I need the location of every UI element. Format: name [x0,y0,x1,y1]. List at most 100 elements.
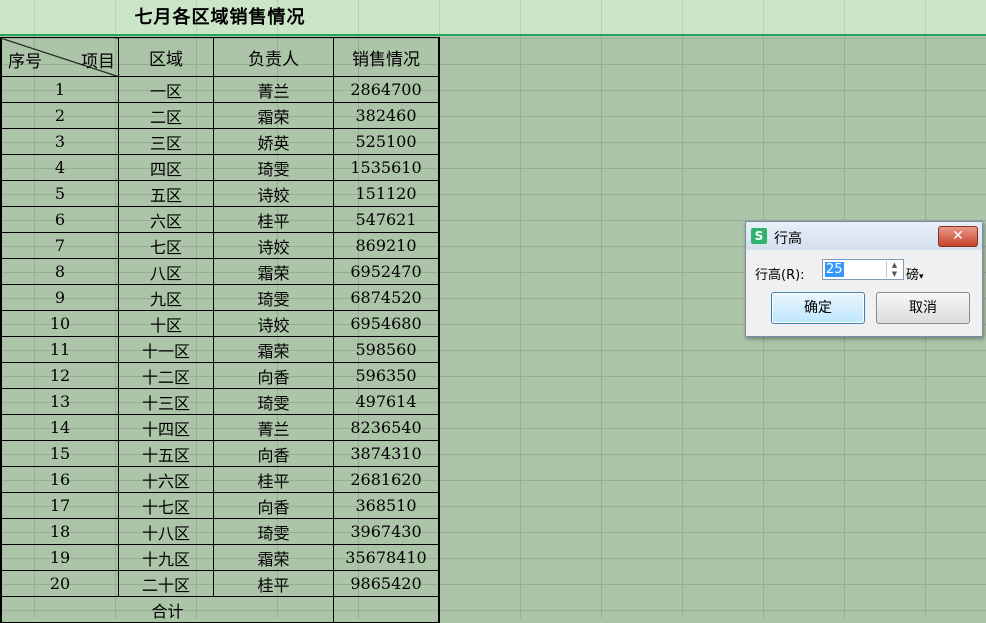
row-number-cell[interactable]: 4 [1,155,119,181]
region-cell[interactable]: 四区 [119,155,214,181]
sales-cell[interactable]: 9865420 [334,571,440,597]
row-number-cell[interactable]: 18 [1,519,119,545]
header-region[interactable]: 区域 [119,38,214,77]
region-cell[interactable]: 七区 [119,233,214,259]
total-value-cell[interactable] [334,597,440,623]
owner-cell[interactable]: 霜荣 [214,545,334,571]
region-cell[interactable]: 十一区 [119,337,214,363]
region-cell[interactable]: 十二区 [119,363,214,389]
row-number-cell[interactable]: 16 [1,467,119,493]
owner-cell[interactable]: 诗姣 [214,181,334,207]
total-label-cell[interactable]: 合计 [1,597,334,623]
row-number-cell[interactable]: 7 [1,233,119,259]
row-number-cell[interactable]: 10 [1,311,119,337]
region-cell[interactable]: 一区 [119,77,214,103]
owner-cell[interactable]: 桂平 [214,467,334,493]
sales-cell[interactable]: 8236540 [334,415,440,441]
header-owner[interactable]: 负责人 [214,38,334,77]
row-number-cell[interactable]: 20 [1,571,119,597]
region-cell[interactable]: 五区 [119,181,214,207]
owner-cell[interactable]: 诗姣 [214,233,334,259]
region-cell[interactable]: 九区 [119,285,214,311]
region-cell[interactable]: 二区 [119,103,214,129]
owner-cell[interactable]: 向香 [214,493,334,519]
row-height-input[interactable]: 25 ▲ ▼ [822,259,904,280]
owner-cell[interactable]: 琦雯 [214,155,334,181]
sales-cell[interactable]: 596350 [334,363,440,389]
region-cell[interactable]: 十八区 [119,519,214,545]
sales-cell[interactable]: 6954680 [334,311,440,337]
sales-cell[interactable]: 525100 [334,129,440,155]
spin-up-icon[interactable]: ▲ [887,261,902,269]
region-cell[interactable]: 二十区 [119,571,214,597]
region-cell[interactable]: 三区 [119,129,214,155]
region-cell[interactable]: 八区 [119,259,214,285]
row-number-cell[interactable]: 5 [1,181,119,207]
sales-cell[interactable]: 2864700 [334,77,440,103]
row-number-cell[interactable]: 12 [1,363,119,389]
region-cell[interactable]: 十六区 [119,467,214,493]
owner-cell[interactable]: 诗姣 [214,311,334,337]
region-cell[interactable]: 十三区 [119,389,214,415]
region-cell[interactable]: 十五区 [119,441,214,467]
region-cell[interactable]: 十七区 [119,493,214,519]
ok-button[interactable]: 确定 [771,292,865,324]
region-cell[interactable]: 十区 [119,311,214,337]
row-number-cell[interactable]: 15 [1,441,119,467]
sales-cell[interactable]: 2681620 [334,467,440,493]
owner-cell[interactable]: 琦雯 [214,519,334,545]
sales-cell[interactable]: 6952470 [334,259,440,285]
sales-cell[interactable]: 151120 [334,181,440,207]
row-number-cell[interactable]: 3 [1,129,119,155]
owner-cell[interactable]: 桂平 [214,571,334,597]
row-number-cell[interactable]: 2 [1,103,119,129]
owner-cell[interactable]: 菁兰 [214,77,334,103]
sales-cell[interactable]: 6874520 [334,285,440,311]
row-number-cell[interactable]: 1 [1,77,119,103]
owner-cell[interactable]: 霜荣 [214,337,334,363]
owner-cell[interactable]: 娇英 [214,129,334,155]
owner-cell[interactable]: 琦雯 [214,389,334,415]
app-icon: S [751,228,767,244]
row-height-spinner[interactable]: ▲ ▼ [886,261,902,278]
sales-cell[interactable]: 368510 [334,493,440,519]
sales-cell[interactable]: 598560 [334,337,440,363]
region-cell[interactable]: 六区 [119,207,214,233]
spin-down-icon[interactable]: ▼ [887,270,902,278]
sales-cell[interactable]: 3874310 [334,441,440,467]
cancel-button[interactable]: 取消 [876,292,970,324]
owner-cell[interactable]: 琦雯 [214,285,334,311]
sales-cell[interactable]: 3967430 [334,519,440,545]
unit-dropdown[interactable]: 磅▾ [906,264,924,283]
header-sales[interactable]: 销售情况 [334,38,440,77]
sales-cell[interactable]: 35678410 [334,545,440,571]
owner-cell[interactable]: 霜荣 [214,103,334,129]
owner-cell[interactable]: 向香 [214,441,334,467]
title-row[interactable]: 七月各区域销售情况 [0,0,986,36]
header-diagonal-cell[interactable]: 序号 项目 [1,38,119,77]
sales-cell[interactable]: 869210 [334,233,440,259]
sales-cell[interactable]: 382460 [334,103,440,129]
sales-cell[interactable]: 1535610 [334,155,440,181]
close-button[interactable]: ✕ [938,226,978,247]
owner-cell[interactable]: 桂平 [214,207,334,233]
row-height-value[interactable]: 25 [825,262,844,277]
dialog-titlebar[interactable]: S 行高 ✕ [746,222,982,250]
row-number-cell[interactable]: 14 [1,415,119,441]
row-number-cell[interactable]: 17 [1,493,119,519]
sheet-title[interactable]: 七月各区域销售情况 [0,0,440,36]
row-number-cell[interactable]: 8 [1,259,119,285]
region-cell[interactable]: 十九区 [119,545,214,571]
row-number-cell[interactable]: 11 [1,337,119,363]
owner-cell[interactable]: 霜荣 [214,259,334,285]
owner-cell[interactable]: 向香 [214,363,334,389]
table-row: 15十五区向香3874310 [1,441,439,467]
sales-cell[interactable]: 497614 [334,389,440,415]
row-number-cell[interactable]: 19 [1,545,119,571]
row-number-cell[interactable]: 9 [1,285,119,311]
owner-cell[interactable]: 菁兰 [214,415,334,441]
row-number-cell[interactable]: 13 [1,389,119,415]
sales-cell[interactable]: 547621 [334,207,440,233]
region-cell[interactable]: 十四区 [119,415,214,441]
row-number-cell[interactable]: 6 [1,207,119,233]
